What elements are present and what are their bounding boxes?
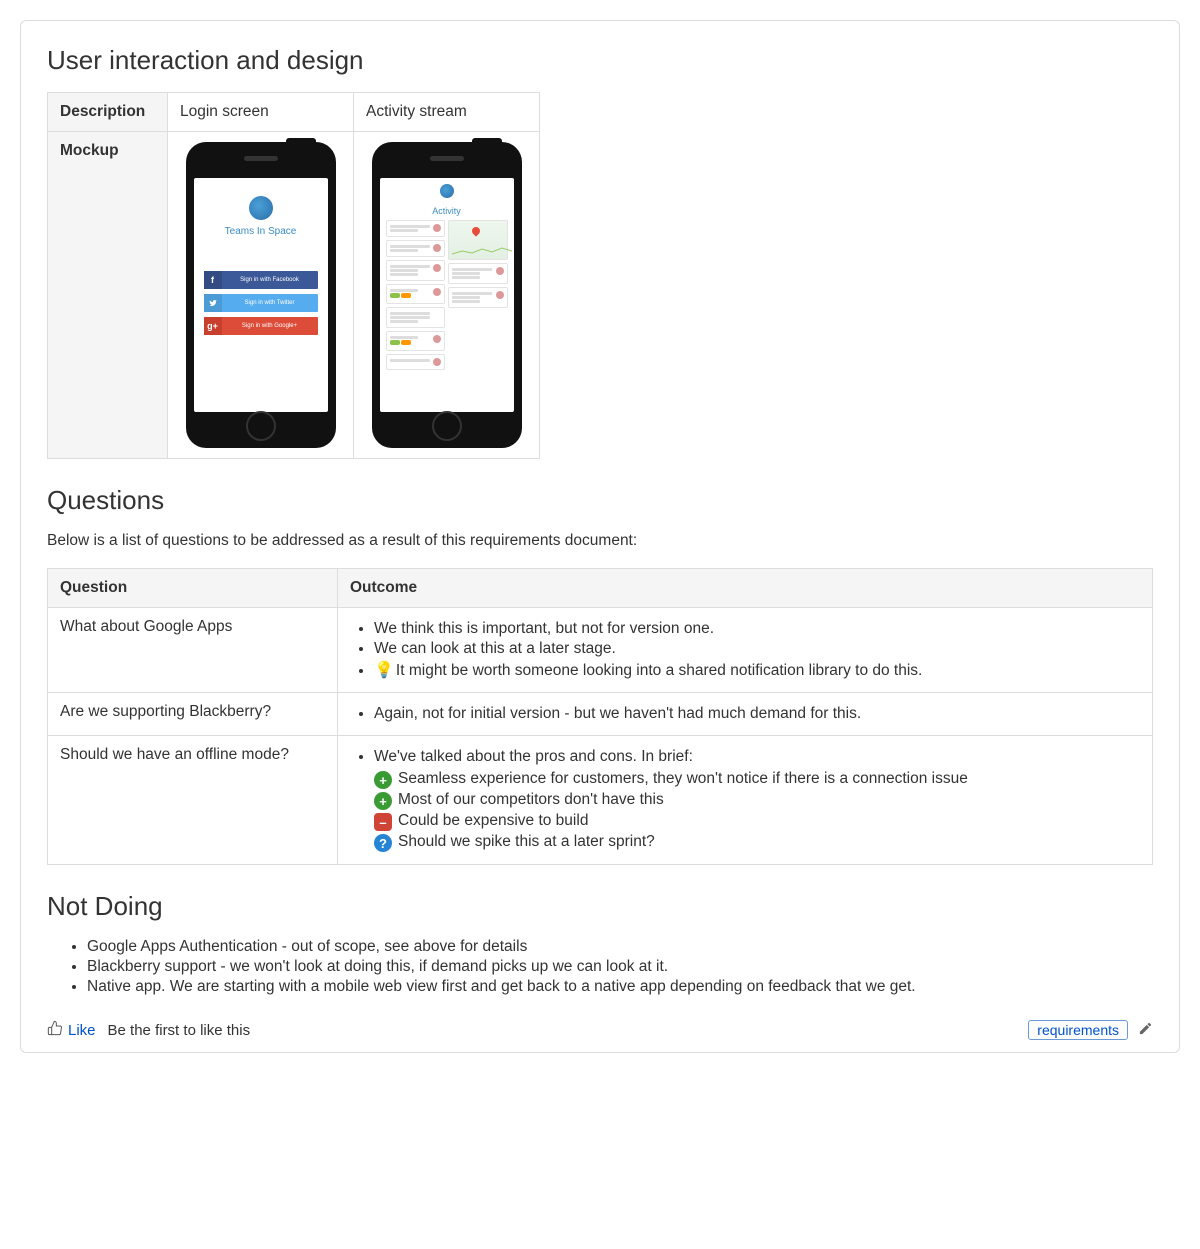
twitter-icon xyxy=(204,294,222,312)
page-content: User interaction and design Description … xyxy=(20,20,1180,1053)
page-footer: Like Be the first to like this requireme… xyxy=(47,1020,1153,1040)
edit-labels-button[interactable] xyxy=(1138,1021,1153,1040)
not-doing-list: Google Apps Authentication - out of scop… xyxy=(47,938,1153,996)
design-table: Description Login screen Activity stream… xyxy=(47,92,540,459)
lightbulb-icon: 💡 xyxy=(374,662,394,679)
questions-table: Question Outcome What about Google Apps … xyxy=(47,568,1153,865)
list-item: We've talked about the pros and cons. In… xyxy=(374,748,1140,852)
outcome-cell: Again, not for initial version - but we … xyxy=(338,693,1153,736)
facebook-login-button: f Sign in with Facebook xyxy=(204,271,318,289)
list-item: +Seamless experience for customers, they… xyxy=(374,770,1140,789)
list-item: 💡It might be worth someone looking into … xyxy=(374,660,1140,680)
map-widget xyxy=(448,220,508,260)
table-row: What about Google Apps We think this is … xyxy=(48,608,1153,693)
brand-text: Teams In Space xyxy=(225,226,297,237)
list-item: Google Apps Authentication - out of scop… xyxy=(87,938,1153,956)
like-prompt: Be the first to like this xyxy=(108,1022,251,1039)
mockup-activity-cell: Activity xyxy=(354,132,540,459)
map-pin-icon xyxy=(470,225,481,236)
design-row-header-description: Description xyxy=(48,93,168,132)
table-row: Are we supporting Blackberry? Again, not… xyxy=(48,693,1153,736)
plus-icon: + xyxy=(374,792,392,810)
heading-design: User interaction and design xyxy=(47,45,1153,76)
like-button[interactable]: Like xyxy=(47,1020,96,1040)
question-cell: What about Google Apps xyxy=(48,608,338,693)
design-row-header-mockup: Mockup xyxy=(48,132,168,459)
question-icon: ? xyxy=(374,834,392,852)
list-item: Blackberry support - we won't look at do… xyxy=(87,958,1153,976)
tag-requirements[interactable]: requirements xyxy=(1028,1020,1128,1040)
facebook-icon: f xyxy=(204,271,222,289)
thumbs-up-icon xyxy=(47,1020,63,1040)
mockup-login-cell: Teams In Space f Sign in with Facebook S… xyxy=(168,132,354,459)
outcome-cell: We've talked about the pros and cons. In… xyxy=(338,736,1153,865)
design-col-activity-label: Activity stream xyxy=(354,93,540,132)
list-item: ?Should we spike this at a later sprint? xyxy=(374,833,1140,852)
heading-notdoing: Not Doing xyxy=(47,891,1153,922)
app-logo-icon xyxy=(440,184,454,198)
list-item: We can look at this at a later stage. xyxy=(374,640,1140,658)
questions-intro: Below is a list of questions to be addre… xyxy=(47,532,1153,550)
phone-mockup-activity: Activity xyxy=(372,142,522,448)
outcome-cell: We think this is important, but not for … xyxy=(338,608,1153,693)
question-cell: Are we supporting Blackberry? xyxy=(48,693,338,736)
like-label: Like xyxy=(68,1022,96,1039)
question-cell: Should we have an offline mode? xyxy=(48,736,338,865)
app-logo-icon xyxy=(249,196,273,220)
list-item: –Could be expensive to build xyxy=(374,812,1140,831)
questions-header-outcome: Outcome xyxy=(338,569,1153,608)
list-item: We think this is important, but not for … xyxy=(374,620,1140,638)
activity-title: Activity xyxy=(432,206,461,216)
list-item: Again, not for initial version - but we … xyxy=(374,705,1140,723)
table-row: Should we have an offline mode? We've ta… xyxy=(48,736,1153,865)
design-col-login-label: Login screen xyxy=(168,93,354,132)
google-plus-icon: g+ xyxy=(204,317,222,335)
google-login-button: g+ Sign in with Google+ xyxy=(204,317,318,335)
list-item: +Most of our competitors don't have this xyxy=(374,791,1140,810)
minus-icon: – xyxy=(374,813,392,831)
heading-questions: Questions xyxy=(47,485,1153,516)
plus-icon: + xyxy=(374,771,392,789)
list-item: Native app. We are starting with a mobil… xyxy=(87,978,1153,996)
questions-header-question: Question xyxy=(48,569,338,608)
phone-mockup-login: Teams In Space f Sign in with Facebook S… xyxy=(186,142,336,448)
twitter-login-button: Sign in with Twitter xyxy=(204,294,318,312)
